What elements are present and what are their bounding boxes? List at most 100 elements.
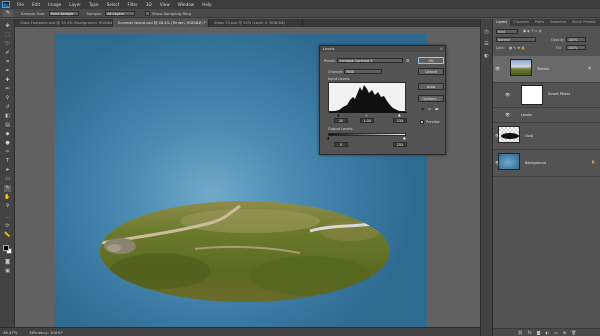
menu-type[interactable]: Type [85,2,103,7]
layer-background[interactable]: 👁 Background 🔒 [493,150,600,177]
input-black-slider-icon[interactable]: ▲ [337,113,340,117]
cancel-button[interactable]: Cancel [418,68,444,75]
input-gamma-field[interactable]: 1.00 [360,118,374,123]
menu-edit[interactable]: Edit [28,2,44,7]
channel-select[interactable]: RGB [344,69,382,74]
ruler-tool-icon[interactable]: 📏 [4,232,11,239]
photoshop-logo-icon: Ps [2,1,10,8]
tab-glass-footpoint[interactable]: Glass Footpoint.psd @ 33.3% (Background,… [15,19,113,27]
type-tool-icon[interactable]: T [4,158,11,165]
close-icon[interactable]: × [440,46,443,52]
move-tool-icon[interactable]: ✥ [4,23,11,30]
tab-swatches[interactable]: Swatches [547,19,569,26]
ok-button[interactable]: OK [418,57,444,64]
menu-layer[interactable]: Layer [65,2,85,7]
layer-terrain[interactable]: 👁 Terrain ▤ [493,56,600,83]
output-black-field[interactable]: 0 [334,142,348,147]
history-panel-icon[interactable]: ◷ [483,29,490,36]
delete-layer-icon[interactable]: 🗑 [571,330,576,335]
visibility-eye-icon[interactable]: 👁 [505,112,510,117]
shape-tool-icon[interactable]: ▭ [4,176,11,183]
crop-tool-icon[interactable]: ⌗ [4,59,11,66]
input-white-slider-icon[interactable]: ▲ [398,113,401,117]
filter-kind-select[interactable]: Kind [496,29,518,34]
opacity-field[interactable]: 100% [566,37,586,42]
menu-3d[interactable]: 3D [142,2,156,7]
foreground-color-swatch[interactable] [3,245,9,251]
filter-icons[interactable]: ▣ ◐ T ▭ ◍ [523,29,542,33]
black-point-eyedropper-icon[interactable]: ✒ [420,107,426,113]
properties-panel-icon[interactable]: ☰ [483,41,490,48]
menu-help[interactable]: Help [198,2,216,7]
menu-file[interactable]: File [13,2,28,7]
output-white-field[interactable]: 255 [393,142,407,147]
color-sampler-tool-icon[interactable]: ✎ [4,185,11,192]
brush-tool-icon[interactable]: ✏ [4,86,11,93]
tab-steps-13[interactable]: Steps 13.psd @ 25% (Layer 0, RGB/8#) [209,19,303,27]
healing-brush-tool-icon[interactable]: ✚ [4,77,11,84]
preset-select[interactable]: Increase Contrast 2 [337,58,403,63]
new-layer-icon[interactable]: ⊞ [563,330,566,335]
layer-oval[interactable]: 👁 Oval [493,123,600,150]
more-tools-icon[interactable]: … [4,214,11,221]
eraser-tool-icon[interactable]: ◧ [4,113,11,120]
new-group-icon[interactable]: ▭ [554,330,558,335]
layer-levels-filter[interactable]: 👁 Levels [493,108,600,123]
layer-smart-filters[interactable]: 👁 Smart Filters [493,83,600,108]
menu-select[interactable]: Select [103,2,124,7]
output-white-slider-icon[interactable]: ▲ [403,136,406,140]
fill-field[interactable]: 100% [566,45,586,50]
eyedropper-tool-icon[interactable]: ✒ [4,68,11,75]
gray-point-eyedropper-icon[interactable]: ✒ [427,107,433,113]
menu-window[interactable]: Window [174,2,199,7]
quick-mask-icon[interactable]: ◙ [4,259,11,266]
preview-checkbox[interactable]: ✓ [420,120,424,124]
menu-filter[interactable]: Filter [123,2,141,7]
zoom-level[interactable]: 46.47% [3,330,17,335]
hand-tool-icon[interactable]: ✋ [4,194,11,201]
lasso-tool-icon[interactable]: ➰ [4,41,11,48]
eyedropper-tool-preset-icon[interactable]: ✎ [3,9,13,17]
path-selection-tool-icon[interactable]: ➤ [4,167,11,174]
history-brush-tool-icon[interactable]: ↺ [4,104,11,111]
options-button[interactable]: Options... [418,95,444,102]
link-layers-icon[interactable]: ⛓ [518,330,523,335]
tab-layers[interactable]: Layers [493,19,511,26]
tab-summer-island[interactable]: Summer Island.psd @ 46.4% (Terrain, RGB/… [113,19,209,27]
layer-style-icon[interactable]: fx [528,330,532,335]
tab-paths[interactable]: Paths [532,19,547,26]
zoom-tool-icon[interactable]: ⚲ [4,203,11,210]
preset-options-gear-icon[interactable]: ⚙ [406,58,410,63]
input-gray-slider-icon[interactable]: ▲ [365,113,368,117]
input-black-field[interactable]: 20 [334,118,348,123]
white-point-eyedropper-icon[interactable]: ✒ [434,107,440,113]
clone-stamp-tool-icon[interactable]: ⚲ [4,95,11,102]
3d-rotate-tool-icon[interactable]: ⟳ [4,223,11,230]
blur-tool-icon[interactable]: ◆ [4,131,11,138]
lock-icons[interactable]: ▦ ✎ ✥ 🔒 [509,46,525,50]
screen-mode-icon[interactable]: ▣ [4,268,11,275]
sample-size-select[interactable]: Point Sample [48,10,79,16]
oval-thumbnail [498,126,520,143]
adjustment-layer-icon[interactable]: ◐ [546,330,550,335]
visibility-eye-icon[interactable]: 👁 [505,92,510,97]
add-mask-icon[interactable]: ◙ [537,330,541,335]
auto-button[interactable]: Auto [418,83,444,90]
dodge-tool-icon[interactable]: ● [4,140,11,147]
gradient-tool-icon[interactable]: ▤ [4,122,11,129]
sample-select[interactable]: All Layers [105,10,136,16]
pen-tool-icon[interactable]: ✑ [4,149,11,156]
output-black-slider-icon[interactable]: ▲ [327,136,330,140]
blend-mode-select[interactable]: Normal [496,37,536,42]
marquee-tool-icon[interactable]: ⬚ [4,32,11,39]
quick-select-tool-icon[interactable]: ✐ [4,50,11,57]
visibility-eye-icon[interactable]: 👁 [495,66,500,71]
tab-brush-presets[interactable]: Brush Presets [569,19,598,26]
menu-image[interactable]: Image [44,2,65,7]
menu-view[interactable]: View [156,2,174,7]
tab-channels[interactable]: Channels [510,19,532,26]
show-sampling-ring-label: Show Sampling Ring [152,10,192,16]
show-sampling-ring-checkbox[interactable] [145,10,151,16]
adjustments-panel-icon[interactable]: ◐ [483,53,490,60]
input-white-field[interactable]: 235 [393,118,407,123]
